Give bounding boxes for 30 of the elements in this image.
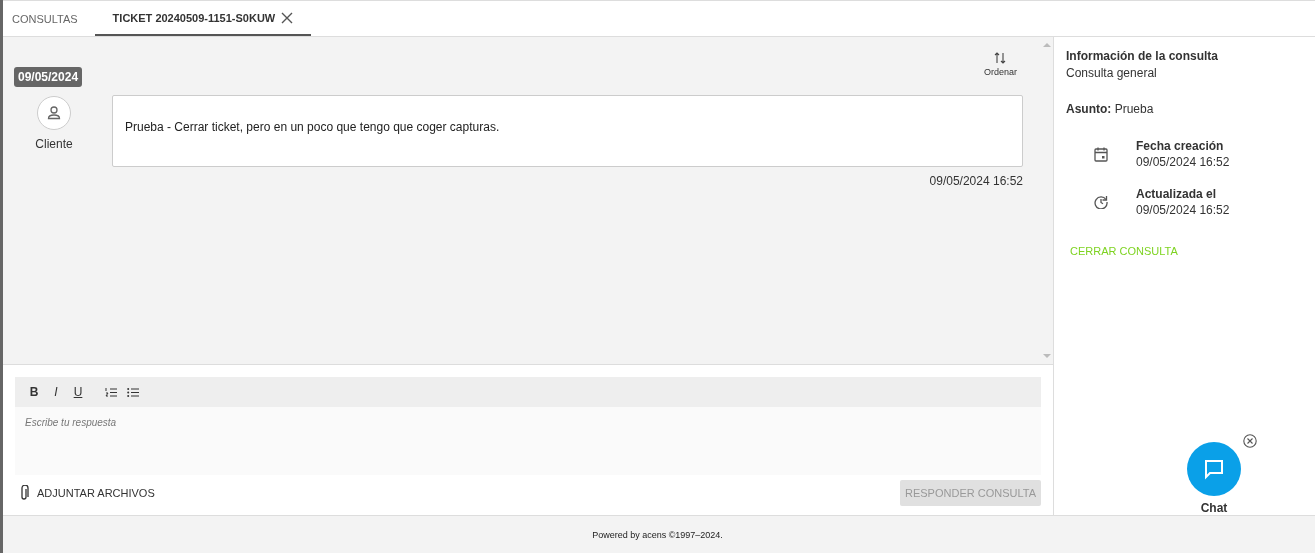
- chat-label: Chat: [1200, 501, 1228, 515]
- info-category: Consulta general: [1066, 66, 1157, 80]
- author-name: Cliente: [35, 137, 73, 151]
- bold-button[interactable]: B: [25, 385, 43, 399]
- history-icon: [1094, 195, 1108, 209]
- close-icon[interactable]: [281, 11, 294, 24]
- date-chip: 09/05/2024: [14, 67, 83, 87]
- sort-button[interactable]: Ordenar: [975, 47, 1025, 81]
- subject-text: Asunto: Prueba: [1066, 102, 1154, 116]
- sort-icon: [994, 51, 1007, 65]
- date-value: 09/05/2024 16:52: [1136, 155, 1230, 169]
- date-label: Actualizada el: [1136, 187, 1218, 201]
- footer-text: Powered by acens ©1997–2024.: [592, 529, 723, 540]
- italic-button[interactable]: I: [47, 385, 65, 399]
- numbered-list-icon[interactable]: [105, 386, 117, 398]
- message-time: 09/05/2024 16:52: [929, 174, 1023, 188]
- message-bubble: Prueba - Cerrar ticket, pero en un poco que tengo que coger capturas.: [112, 95, 1023, 167]
- date-label: Fecha creación: [1136, 139, 1225, 153]
- calendar-icon: [1094, 146, 1108, 162]
- info-title: Información de la consulta: [1066, 49, 1219, 63]
- underline-button[interactable]: U: [69, 385, 87, 399]
- tab[interactable]: CONSULTAS: [3, 1, 87, 36]
- chat-icon: [1203, 458, 1225, 480]
- close-icon[interactable]: [1243, 434, 1257, 448]
- bullet-list-icon[interactable]: [127, 386, 139, 398]
- reply-field[interactable]: Escribe tu respuesta: [15, 407, 1041, 475]
- date-value: 09/05/2024 16:52: [1136, 203, 1230, 217]
- user-avatar-icon: [37, 96, 71, 130]
- attach-files-button[interactable]: ADJUNTAR ARCHIVOS: [15, 485, 159, 501]
- paperclip-icon: [19, 485, 29, 501]
